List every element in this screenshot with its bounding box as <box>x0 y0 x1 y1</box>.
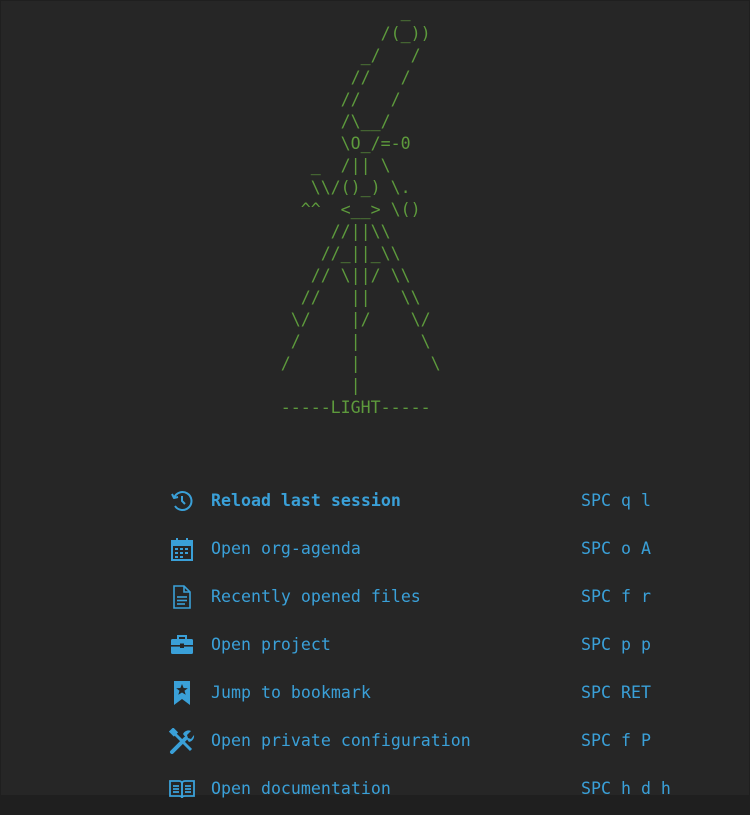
bookmark-icon <box>169 679 195 707</box>
file-text-icon <box>169 583 195 611</box>
dashboard-buffer: _ /(_)) _/ / // / // / /\__/ \O_/=-0 _ /… <box>1 1 749 799</box>
menu-item-reload-last-session[interactable]: Reload last session SPC q l <box>169 487 689 527</box>
keybinding: SPC f P <box>581 731 651 750</box>
keybinding: SPC o A <box>581 539 651 558</box>
menu-item-recently-opened-files[interactable]: Recently opened files SPC f r <box>169 583 689 623</box>
keybinding: SPC h d h <box>581 779 671 798</box>
keybinding: SPC p p <box>581 635 651 654</box>
calendar-icon <box>169 535 195 563</box>
menu-item-label: Reload last session <box>211 491 401 510</box>
menu-item-open-project[interactable]: Open project SPC p p <box>169 631 689 671</box>
menu-item-label: Jump to bookmark <box>211 683 371 702</box>
tools-icon <box>169 727 195 755</box>
menu-item-open-org-agenda[interactable]: Open org-agenda SPC o A <box>169 535 689 575</box>
menu-item-label: Recently opened files <box>211 587 421 606</box>
briefcase-icon <box>169 631 195 659</box>
menu-item-open-private-configuration[interactable]: Open private configuration SPC f P <box>169 727 689 767</box>
keybinding: SPC q l <box>581 491 651 510</box>
menu-item-label: Open documentation <box>211 779 391 798</box>
menu-item-label: Open private configuration <box>211 731 471 750</box>
menu-item-open-documentation[interactable]: Open documentation SPC h d h <box>169 775 689 815</box>
ascii-banner: _ /(_)) _/ / // / // / /\__/ \O_/=-0 _ /… <box>280 2 441 417</box>
keybinding: SPC f r <box>581 587 651 606</box>
book-icon <box>169 775 195 803</box>
menu-item-label: Open org-agenda <box>211 539 361 558</box>
keybinding: SPC RET <box>581 683 651 702</box>
menu-item-jump-to-bookmark[interactable]: Jump to bookmark SPC RET <box>169 679 689 719</box>
reload-icon <box>169 487 195 515</box>
menu-item-label: Open project <box>211 635 331 654</box>
